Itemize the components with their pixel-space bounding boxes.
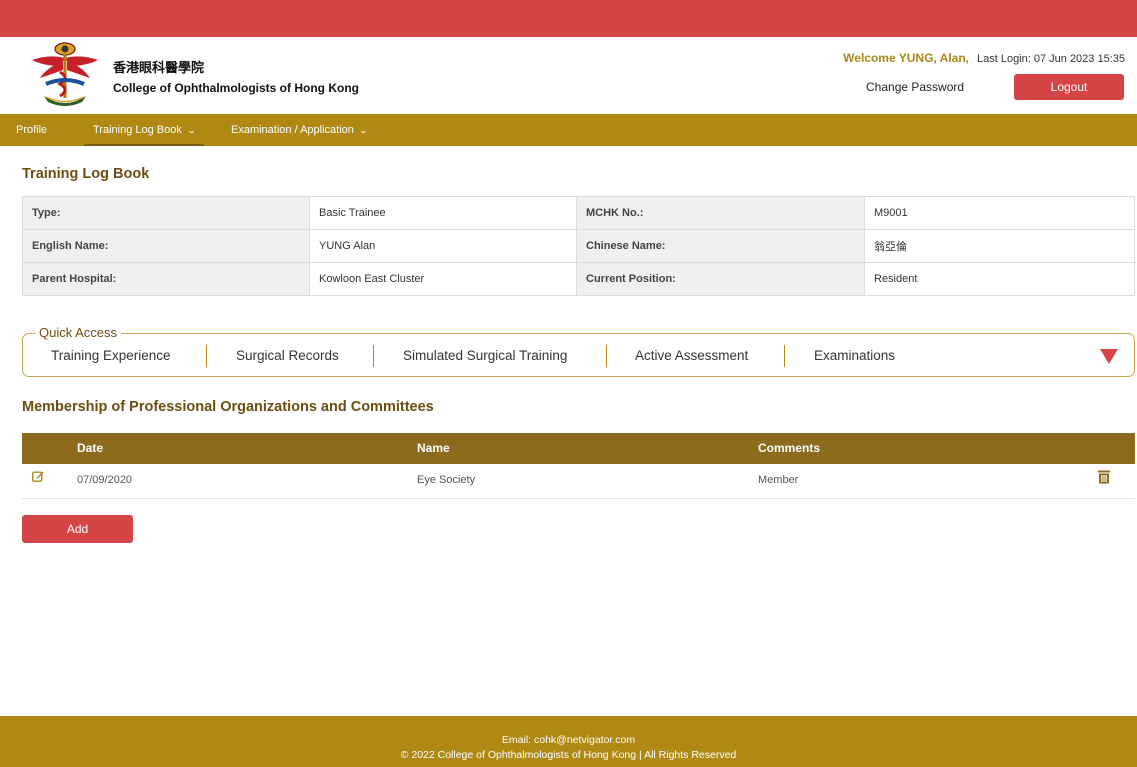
nav-label: Training Log Book <box>93 124 182 136</box>
quick-access-active-assessment[interactable]: Active Assessment <box>635 348 748 363</box>
chevron-down-icon: ⌄ <box>186 126 197 135</box>
info-row: English Name: YUNG Alan Chinese Name: 翁亞… <box>22 229 1135 263</box>
chinese-name-value: 翁亞倫 <box>864 229 1135 263</box>
row-comments: Member <box>758 474 799 486</box>
nav-item-training-log-book[interactable]: Training Log Book ⌄ <box>84 114 204 146</box>
parent-hospital-label: Parent Hospital: <box>22 262 310 296</box>
college-name-en: College of Ophthalmologists of Hong Kong <box>113 81 359 95</box>
type-value: Basic Trainee <box>309 196 577 230</box>
main-nav: Profile Training Log Book ⌄ Examination /… <box>0 114 1137 146</box>
triangle-down-icon[interactable] <box>1100 349 1118 364</box>
nav-label: Examination / Application <box>231 124 354 136</box>
table-row <box>22 465 1135 499</box>
last-login-text: Last Login: 07 Jun 2023 15:35 <box>976 53 1125 65</box>
quick-access-legend: Quick Access <box>35 325 122 340</box>
quick-access-divider <box>606 345 607 367</box>
column-header-date: Date <box>77 441 104 455</box>
mchk-value: M9001 <box>864 196 1135 230</box>
quick-access-surgical-records[interactable]: Surgical Records <box>236 348 339 363</box>
quick-access-examinations[interactable]: Examinations <box>814 348 895 363</box>
parent-hospital-value: Kowloon East Cluster <box>309 262 577 296</box>
column-header-name: Name <box>417 441 450 455</box>
change-password-link[interactable]: Change Password <box>866 80 964 94</box>
english-name-value: YUNG Alan <box>309 229 577 263</box>
membership-table-header <box>22 433 1135 464</box>
logout-button[interactable]: Logout <box>1014 74 1124 100</box>
english-name-label: English Name: <box>22 229 310 263</box>
page-title: Training Log Book <box>22 166 150 182</box>
edit-icon[interactable] <box>32 470 44 482</box>
footer-email: Email: cohk@netvigator.com <box>501 734 636 746</box>
type-label: Type: <box>22 196 310 230</box>
column-header-comments: Comments <box>758 441 821 455</box>
quick-access-panel <box>22 333 1135 377</box>
college-logo <box>32 42 98 106</box>
row-name: Eye Society <box>417 474 476 486</box>
footer-copyright: © 2022 College of Ophthalmologists of Ho… <box>400 749 737 761</box>
trash-icon[interactable] <box>1098 470 1110 484</box>
nav-item-profile[interactable]: Profile <box>16 114 47 146</box>
nav-label: Profile <box>16 124 48 136</box>
current-position-label: Current Position: <box>576 262 865 296</box>
chevron-down-icon: ⌄ <box>358 126 369 135</box>
info-row: Type: Basic Trainee MCHK No.: M9001 <box>22 196 1135 230</box>
college-name-zh: 香港眼科醫學院 <box>113 61 205 76</box>
trainee-info-table: Type: Basic Trainee MCHK No.: M9001 Engl… <box>22 196 1135 296</box>
quick-access-divider <box>784 345 785 367</box>
quick-access-divider <box>373 345 374 367</box>
row-date: 07/09/2020 <box>77 474 133 486</box>
mchk-label: MCHK No.: <box>576 196 865 230</box>
top-red-bar <box>0 0 1137 37</box>
nav-item-examination-application[interactable]: Examination / Application ⌄ <box>231 114 369 146</box>
chinese-name-label: Chinese Name: <box>576 229 865 263</box>
add-button[interactable]: Add <box>22 515 133 543</box>
info-row: Parent Hospital: Kowloon East Cluster Cu… <box>22 262 1135 296</box>
current-position-value: Resident <box>864 262 1135 296</box>
quick-access-simulated-surgical-training[interactable]: Simulated Surgical Training <box>403 348 567 363</box>
membership-title: Membership of Professional Organizations… <box>22 399 434 415</box>
welcome-text: Welcome YUNG, Alan, <box>843 51 969 65</box>
welcome-area: Welcome YUNG, Alan, Last Login: 07 Jun 20… <box>843 51 1125 65</box>
quick-access-divider <box>206 345 207 367</box>
quick-access-training-experience[interactable]: Training Experience <box>51 348 171 363</box>
